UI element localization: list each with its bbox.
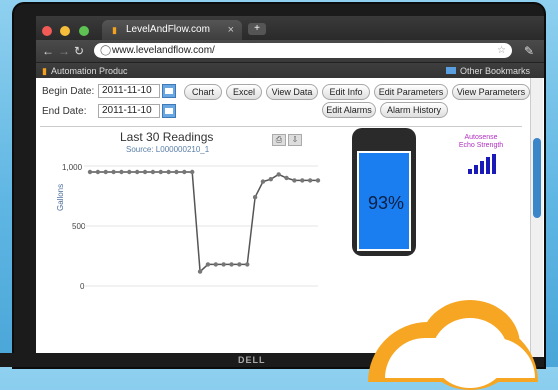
echo-bar: [492, 154, 496, 174]
bookmark-star-icon[interactable]: ☆: [497, 43, 506, 58]
echo-bar: [480, 161, 484, 174]
data-point[interactable]: [197, 269, 203, 274]
data-point[interactable]: [292, 178, 297, 183]
dell-logo: DELL: [238, 355, 266, 365]
data-point[interactable]: [237, 262, 242, 267]
data-point[interactable]: [284, 175, 289, 181]
data-point[interactable]: [166, 169, 171, 175]
data-point[interactable]: [174, 169, 179, 175]
other-bookmarks-label: Other Bookmarks: [460, 66, 531, 76]
data-point[interactable]: [95, 169, 101, 175]
data-point[interactable]: [182, 169, 187, 175]
data-point[interactable]: [119, 169, 124, 175]
cloud-inner: [432, 318, 508, 388]
data-point[interactable]: [315, 178, 321, 183]
echo-strength-bars: [468, 154, 508, 174]
data-point[interactable]: [134, 169, 140, 175]
data-point[interactable]: [300, 178, 305, 183]
data-point[interactable]: [229, 262, 234, 267]
echo-bar: [474, 165, 478, 174]
autosense-label: Autosense Echo Strength: [458, 134, 504, 149]
data-point[interactable]: [252, 195, 258, 200]
data-point[interactable]: [268, 177, 274, 182]
tank-gauge: 93%: [352, 128, 416, 256]
scrollbar-thumb[interactable]: [533, 138, 541, 218]
edit-parameters-button[interactable]: Edit Parameters: [374, 84, 448, 100]
data-point[interactable]: [307, 178, 313, 183]
tank-fill: 93%: [357, 151, 411, 251]
alarm-history-button[interactable]: Alarm History: [380, 102, 448, 118]
line-chart: [84, 165, 321, 287]
data-point[interactable]: [221, 262, 226, 267]
data-point[interactable]: [127, 169, 132, 175]
data-point[interactable]: [276, 172, 281, 177]
view-parameters-button[interactable]: View Parameters: [452, 84, 530, 100]
data-point[interactable]: [158, 169, 163, 175]
data-point[interactable]: [142, 169, 148, 175]
data-point[interactable]: [260, 179, 266, 184]
tank-percent: 93%: [367, 193, 405, 213]
echo-bar: [486, 157, 490, 174]
folder-icon: [446, 67, 456, 74]
page-scrollbar[interactable]: [530, 78, 543, 357]
wrench-icon[interactable]: ✎: [524, 44, 534, 58]
data-point[interactable]: [205, 262, 211, 267]
data-point[interactable]: [111, 169, 116, 175]
data-point[interactable]: [150, 169, 156, 175]
data-point[interactable]: [245, 262, 250, 267]
series-line: [90, 171, 318, 274]
data-point[interactable]: [213, 262, 218, 267]
data-point[interactable]: [87, 169, 93, 175]
other-bookmarks[interactable]: Other Bookmarks: [446, 65, 530, 77]
echo-bar: [468, 169, 472, 174]
data-point[interactable]: [103, 169, 108, 175]
data-point[interactable]: [190, 169, 195, 175]
